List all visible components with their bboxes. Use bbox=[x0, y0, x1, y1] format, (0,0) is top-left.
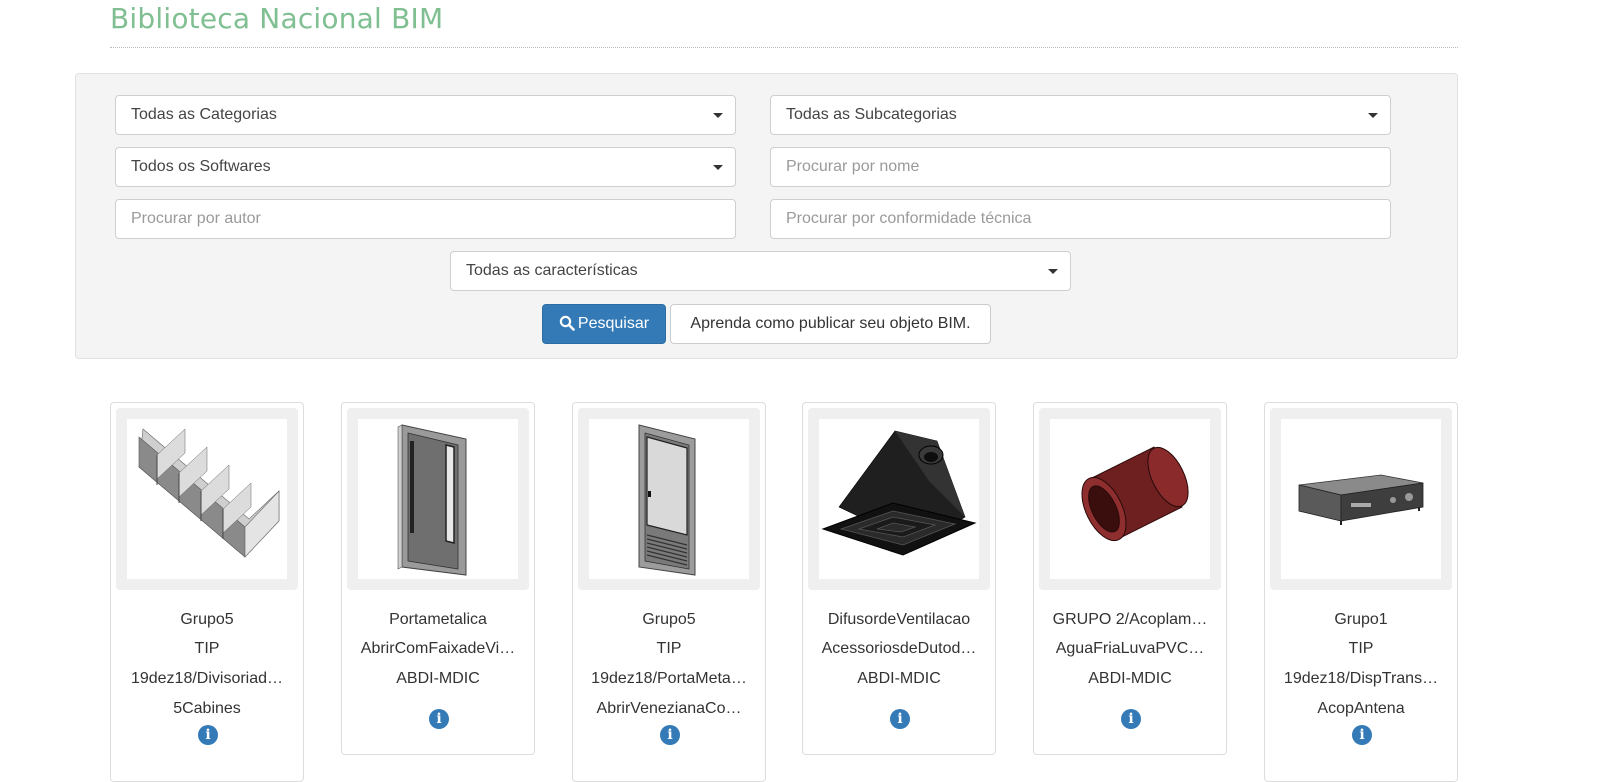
card-line-2: AguaFriaLuvaPVC… bbox=[1055, 640, 1205, 657]
product-card[interactable]: DifusordeVentilacao AcessoriosdeDutod… A… bbox=[802, 402, 996, 755]
card-line-2: TIP bbox=[656, 640, 682, 657]
card-line-1: GRUPO 2/Acoplam… bbox=[1052, 611, 1208, 628]
search-icon bbox=[559, 315, 575, 331]
subcategories-select[interactable]: Todas as Subcategorias bbox=[770, 95, 1391, 135]
info-icon[interactable]: i bbox=[198, 725, 218, 745]
product-card[interactable]: Grupo5 TIP 19dez18/PortaMeta… AbrirVenez… bbox=[572, 402, 766, 782]
info-icon[interactable]: i bbox=[1121, 709, 1141, 729]
softwares-select-value: Todos os Softwares bbox=[131, 158, 271, 175]
card-line-3: ABDI-MDIC bbox=[1088, 670, 1172, 687]
card-line-2: AbrirComFaixadeVi… bbox=[360, 640, 516, 657]
card-line-3: ABDI-MDIC bbox=[396, 670, 480, 687]
product-thumbnail[interactable] bbox=[1039, 408, 1221, 590]
title-divider bbox=[110, 47, 1458, 48]
product-card[interactable]: Grupo1 TIP 19dez18/DispTrans… AcopAntena… bbox=[1264, 402, 1458, 782]
name-search-input[interactable]: Procurar por nome bbox=[770, 147, 1391, 187]
product-card[interactable]: Grupo5 TIP 19dez18/Divisoriad… 5Cabines … bbox=[110, 402, 304, 782]
subcategories-select-value: Todas as Subcategorias bbox=[786, 106, 957, 123]
search-button[interactable]: Pesquisar bbox=[542, 304, 666, 344]
metal-door-icon bbox=[397, 424, 467, 576]
product-card[interactable]: GRUPO 2/Acoplam… AguaFriaLuvaPVC… ABDI-M… bbox=[1033, 402, 1227, 755]
product-card[interactable]: Portametalica AbrirComFaixadeVi… ABDI-MD… bbox=[341, 402, 535, 755]
caret-down-icon bbox=[713, 165, 723, 170]
card-line-1: Grupo5 bbox=[642, 611, 696, 628]
glass-door-icon bbox=[638, 424, 696, 576]
amplifier-icon bbox=[1298, 474, 1424, 525]
card-line-4: 5Cabines bbox=[173, 700, 241, 717]
categories-select-value: Todas as Categorias bbox=[131, 106, 277, 123]
info-icon[interactable]: i bbox=[890, 709, 910, 729]
pvc-coupling-icon bbox=[1081, 446, 1189, 542]
conformity-search-input[interactable]: Procurar por conformidade técnica bbox=[770, 199, 1391, 239]
product-thumbnail[interactable] bbox=[808, 408, 990, 590]
info-icon[interactable]: i bbox=[1352, 725, 1372, 745]
softwares-select[interactable]: Todos os Softwares bbox=[115, 147, 736, 187]
caret-down-icon bbox=[713, 113, 723, 118]
cubicles-icon bbox=[138, 428, 280, 558]
caret-down-icon bbox=[1048, 269, 1058, 274]
characteristics-select[interactable]: Todas as características bbox=[450, 251, 1071, 291]
card-line-4: AcopAntena bbox=[1317, 700, 1405, 717]
ventilation-diffuser-icon bbox=[821, 430, 977, 556]
product-thumbnail[interactable] bbox=[347, 408, 529, 590]
product-thumbnail[interactable] bbox=[1270, 408, 1452, 590]
card-line-3: 19dez18/DispTrans… bbox=[1283, 670, 1439, 687]
publish-guide-button[interactable]: Aprenda como publicar seu objeto BIM. bbox=[670, 304, 991, 344]
search-panel: Todas as Categorias Todas as Subcategori… bbox=[75, 73, 1458, 359]
card-line-1: Grupo1 bbox=[1334, 611, 1388, 628]
info-icon[interactable]: i bbox=[660, 725, 680, 745]
page-title: Biblioteca Nacional BIM bbox=[110, 2, 444, 35]
search-button-label: Pesquisar bbox=[577, 315, 650, 332]
card-line-1: Grupo5 bbox=[180, 611, 234, 628]
card-line-2: TIP bbox=[1348, 640, 1374, 657]
card-line-3: ABDI-MDIC bbox=[857, 670, 941, 687]
product-thumbnail[interactable] bbox=[578, 408, 760, 590]
card-line-1: DifusordeVentilacao bbox=[827, 611, 971, 628]
product-thumbnail[interactable] bbox=[116, 408, 298, 590]
info-icon[interactable]: i bbox=[429, 709, 449, 729]
card-line-2: AcessoriosdeDutod… bbox=[821, 640, 977, 657]
author-search-input[interactable]: Procurar por autor bbox=[115, 199, 736, 239]
card-line-1: Portametalica bbox=[389, 611, 487, 628]
card-line-2: TIP bbox=[194, 640, 220, 657]
card-line-3: 19dez18/PortaMeta… bbox=[591, 670, 747, 687]
caret-down-icon bbox=[1368, 113, 1378, 118]
card-line-3: 19dez18/Divisoriad… bbox=[130, 670, 284, 687]
categories-select[interactable]: Todas as Categorias bbox=[115, 95, 736, 135]
characteristics-select-value: Todas as características bbox=[466, 262, 638, 279]
card-line-4: AbrirVenezianaCo… bbox=[596, 700, 742, 717]
